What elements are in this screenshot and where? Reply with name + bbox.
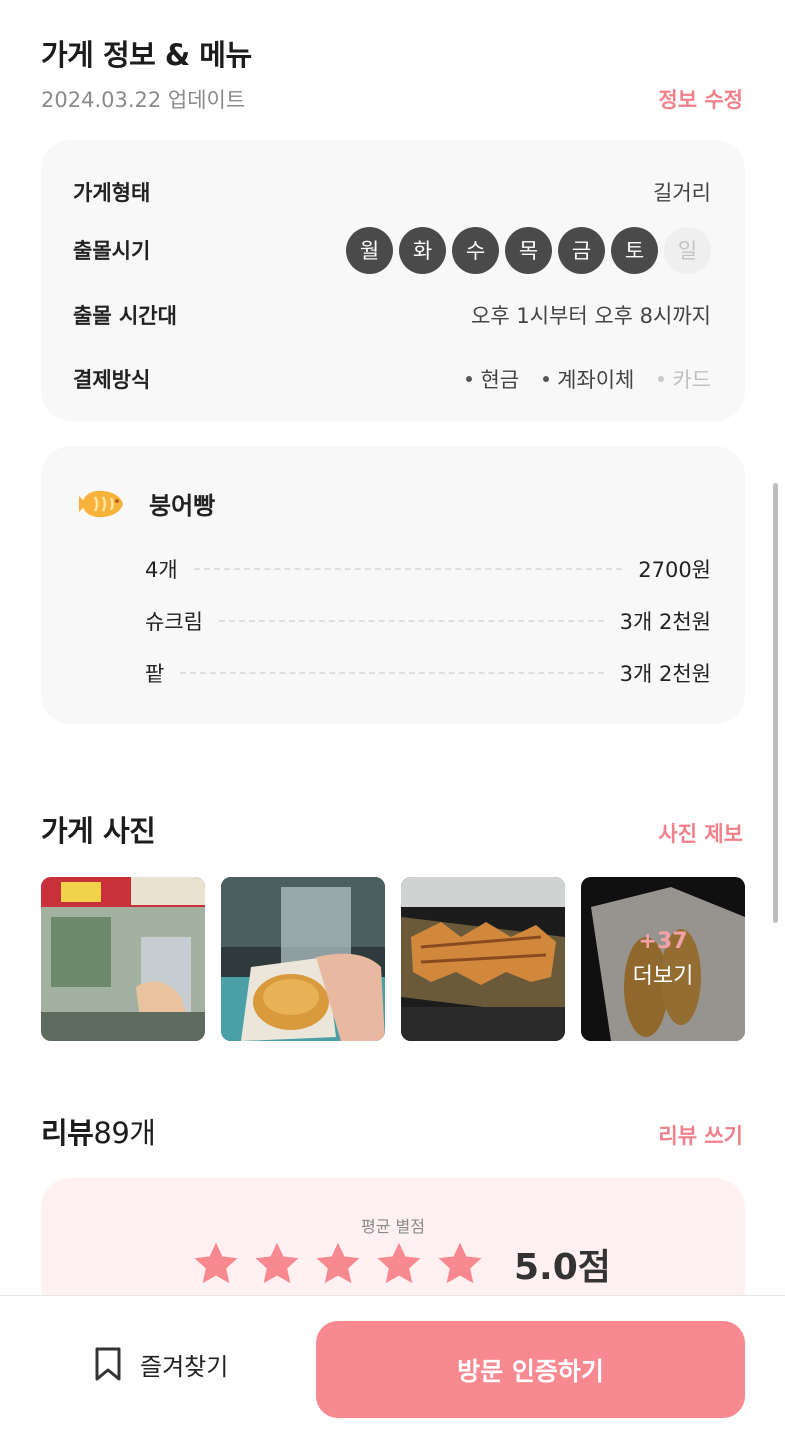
store-info-title: 가게 정보 & 메뉴 xyxy=(41,38,252,72)
visit-verify-button[interactable]: 방문 인증하기 xyxy=(316,1321,745,1418)
store-type-label: 가게형태 xyxy=(73,181,151,205)
open-days-list: 월 화 수 목 금 토 일 xyxy=(346,226,711,274)
menu-item: 슈크림 3개 2천원 xyxy=(145,606,711,636)
bullet-icon xyxy=(543,376,550,382)
open-days-label: 출몰시기 xyxy=(73,239,151,263)
menu-item-price: 3개 2천원 xyxy=(619,662,711,686)
payment-label: 결제방식 xyxy=(73,368,151,392)
menu-category-name: 붕어빵 xyxy=(149,492,216,520)
menu-divider xyxy=(180,672,604,674)
star-icon xyxy=(438,1242,482,1284)
open-hours-row: 출몰 시간대 오후 1시부터 오후 8시까지 xyxy=(73,292,711,338)
open-hours-value: 오후 1시부터 오후 8시까지 xyxy=(471,304,711,328)
star-icon xyxy=(316,1242,360,1284)
average-score: 5.0점 xyxy=(514,1247,611,1288)
day-wed: 수 xyxy=(452,226,499,274)
menu-item: 4개 2700원 xyxy=(145,554,711,584)
menu-divider xyxy=(193,568,623,570)
day-fri: 금 xyxy=(558,226,605,274)
star-icon xyxy=(255,1242,299,1284)
star-icon xyxy=(377,1242,421,1284)
reviews-title-group: 리뷰89개 xyxy=(41,1110,156,1152)
more-photos-label: 더보기 xyxy=(632,963,694,989)
payment-transfer-label: 계좌이체 xyxy=(557,368,635,392)
payment-card: 카드 xyxy=(658,364,711,394)
more-photos-button[interactable]: +37 더보기 xyxy=(581,877,745,1041)
menu-item: 팥 3개 2천원 xyxy=(145,658,711,688)
favorite-label: 즐겨찾기 xyxy=(140,1352,229,1381)
day-sat: 토 xyxy=(611,226,658,274)
average-rating-label: 평균 별점 xyxy=(361,1217,425,1236)
open-days-row: 출몰시기 월 화 수 목 금 토 일 xyxy=(73,226,711,274)
menu-item-price: 2700원 xyxy=(638,558,711,582)
more-photos-overlay: +37 더보기 xyxy=(581,877,745,1041)
store-type-value: 길거리 xyxy=(653,181,711,205)
menu-category-row: 붕어빵 xyxy=(77,486,215,521)
payment-cash-label: 현금 xyxy=(480,368,520,392)
open-hours-label: 출몰 시간대 xyxy=(73,304,177,328)
bookmark-icon xyxy=(95,1347,121,1381)
payment-row: 결제방식 현금 계좌이체 카드 xyxy=(73,356,711,402)
payment-transfer: 계좌이체 xyxy=(543,364,634,394)
store-type-row: 가게형태 길거리 xyxy=(73,169,711,215)
day-tue: 화 xyxy=(399,226,446,274)
store-photo[interactable] xyxy=(401,877,565,1041)
menu-divider xyxy=(218,620,604,622)
payment-cash: 현금 xyxy=(466,364,519,394)
favorite-button[interactable]: 즐겨찾기 xyxy=(92,1346,228,1382)
bullet-icon xyxy=(466,376,473,382)
photo-report-button[interactable]: 사진 제보 xyxy=(658,818,743,848)
menu-item-name: 팥 xyxy=(145,662,165,686)
bottom-action-bar: 즐겨찾기 방문 인증하기 xyxy=(0,1295,785,1440)
rating-stars: 5.0점 xyxy=(191,1238,611,1290)
store-info-header: 가게 정보 & 메뉴 xyxy=(41,32,743,74)
store-photo-image xyxy=(41,877,205,1041)
store-photo[interactable] xyxy=(221,877,385,1041)
menu-item-price: 3개 2천원 xyxy=(619,610,711,634)
scrollbar[interactable] xyxy=(773,483,778,923)
menu-item-name: 4개 xyxy=(145,558,178,582)
menu-item-name: 슈크림 xyxy=(145,610,203,634)
menu-card: 붕어빵 4개 2700원 슈크림 3개 2천원 팥 3개 2천원 xyxy=(41,446,745,724)
reviews-title: 리뷰 xyxy=(41,1116,94,1150)
day-thu: 목 xyxy=(505,226,552,274)
reviews-header: 리뷰89개 리뷰 쓰기 xyxy=(41,1110,743,1152)
payment-methods: 현금 계좌이체 카드 xyxy=(466,364,711,394)
store-photo-image xyxy=(221,877,385,1041)
more-photos-count: +37 xyxy=(638,928,688,954)
photos-header: 가게 사진 사진 제보 xyxy=(41,808,743,850)
edit-info-button[interactable]: 정보 수정 xyxy=(658,84,743,114)
photos-title: 가게 사진 xyxy=(41,814,156,848)
bullet-icon xyxy=(658,376,665,382)
store-info-card: 가게형태 길거리 출몰시기 월 화 수 목 금 토 일 출몰 시간대 오후 1시… xyxy=(41,140,745,421)
bungeoppang-icon xyxy=(79,490,123,517)
star-icon xyxy=(194,1242,238,1284)
updated-date: 2024.03.22 업데이트 xyxy=(41,88,246,112)
day-mon: 월 xyxy=(346,226,393,274)
store-info-subheader: 2024.03.22 업데이트 정보 수정 xyxy=(41,84,743,114)
store-photo[interactable] xyxy=(41,877,205,1041)
day-sun: 일 xyxy=(664,226,711,274)
payment-card-label: 카드 xyxy=(672,368,711,392)
store-photo-image xyxy=(401,877,565,1041)
reviews-count: 89개 xyxy=(93,1116,156,1150)
write-review-button[interactable]: 리뷰 쓰기 xyxy=(658,1120,743,1150)
